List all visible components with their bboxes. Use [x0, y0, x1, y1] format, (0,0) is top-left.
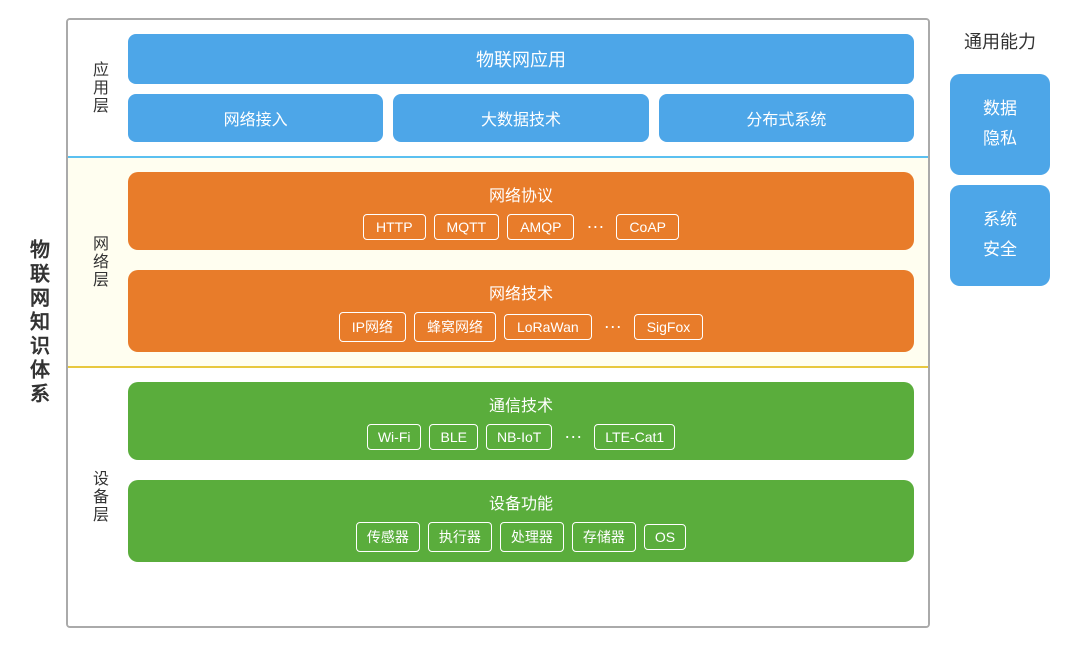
app-bottom-row: 网络接入 大数据技术 分布式系统 — [128, 94, 914, 142]
right-panel: 通用能力 数据隐私 系统安全 — [940, 18, 1060, 628]
iot-app-box: 物联网应用 — [128, 34, 914, 84]
main-container: 物联网知识体系 应用层 物联网应用 网络接入 大数据技术 分布式系统 网络层 网… — [20, 18, 1060, 628]
protocol-items-row: HTTP MQTT AMQP ··· CoAP — [142, 214, 900, 240]
net-layer: 网络层 网络协议 HTTP MQTT AMQP ··· CoAP 网络技术 — [68, 158, 928, 368]
tech-block-title: 网络技术 — [142, 280, 900, 304]
ip-item: IP网络 — [339, 312, 406, 342]
func-block-title: 设备功能 — [142, 490, 900, 514]
func-items-row: 传感器 执行器 处理器 存储器 OS — [142, 522, 900, 552]
protocol-ellipsis: ··· — [582, 216, 608, 237]
coap-item: CoAP — [616, 214, 679, 240]
ble-item: BLE — [429, 424, 477, 450]
bigdata-box: 大数据技术 — [393, 94, 648, 142]
storage-item: 存储器 — [572, 522, 636, 552]
net-layer-label: 网络层 — [68, 172, 128, 352]
ltecat1-item: LTE-Cat1 — [594, 424, 675, 450]
amqp-item: AMQP — [507, 214, 574, 240]
sensor-item: 传感器 — [356, 522, 420, 552]
app-layer: 应用层 物联网应用 网络接入 大数据技术 分布式系统 — [68, 20, 928, 158]
comm-items-row: Wi-Fi BLE NB-IoT ··· LTE-Cat1 — [142, 424, 900, 450]
app-layer-label: 应用层 — [68, 34, 128, 142]
comm-ellipsis: ··· — [560, 426, 586, 447]
distributed-box: 分布式系统 — [659, 94, 914, 142]
comm-block: 通信技术 Wi-Fi BLE NB-IoT ··· LTE-Cat1 — [128, 382, 914, 460]
right-panel-title: 通用能力 — [964, 28, 1036, 54]
processor-item: 处理器 — [500, 522, 564, 552]
protocol-block: 网络协议 HTTP MQTT AMQP ··· CoAP — [128, 172, 914, 250]
func-block: 设备功能 传感器 执行器 处理器 存储器 OS — [128, 480, 914, 562]
net-layer-inner: 网络协议 HTTP MQTT AMQP ··· CoAP 网络技术 IP网络 蜂… — [128, 172, 914, 352]
main-diagram: 应用层 物联网应用 网络接入 大数据技术 分布式系统 网络层 网络协议 HTTP — [66, 18, 930, 628]
left-label: 物联网知识体系 — [20, 18, 56, 628]
actuator-item: 执行器 — [428, 522, 492, 552]
http-item: HTTP — [363, 214, 426, 240]
lorawan-item: LoRaWan — [504, 314, 592, 340]
cellular-item: 蜂窝网络 — [414, 312, 496, 342]
comm-block-title: 通信技术 — [142, 392, 900, 416]
tech-items-row: IP网络 蜂窝网络 LoRaWan ··· SigFox — [142, 312, 900, 342]
dev-layer-label: 设备层 — [68, 382, 128, 612]
app-layer-content: 物联网应用 网络接入 大数据技术 分布式系统 — [128, 34, 914, 142]
wifi-item: Wi-Fi — [367, 424, 422, 450]
data-privacy-box: 数据隐私 — [950, 74, 1050, 175]
os-item: OS — [644, 524, 686, 550]
protocol-block-title: 网络协议 — [142, 182, 900, 206]
tech-ellipsis: ··· — [600, 316, 626, 337]
mqtt-item: MQTT — [434, 214, 500, 240]
dev-layer: 设备层 通信技术 Wi-Fi BLE NB-IoT ··· LTE-Cat1 设… — [68, 368, 928, 626]
tech-block: 网络技术 IP网络 蜂窝网络 LoRaWan ··· SigFox — [128, 270, 914, 352]
network-access-box: 网络接入 — [128, 94, 383, 142]
nbiot-item: NB-IoT — [486, 424, 552, 450]
system-security-box: 系统安全 — [950, 185, 1050, 286]
dev-layer-inner: 通信技术 Wi-Fi BLE NB-IoT ··· LTE-Cat1 设备功能 … — [128, 382, 914, 612]
sigfox-item: SigFox — [634, 314, 704, 340]
